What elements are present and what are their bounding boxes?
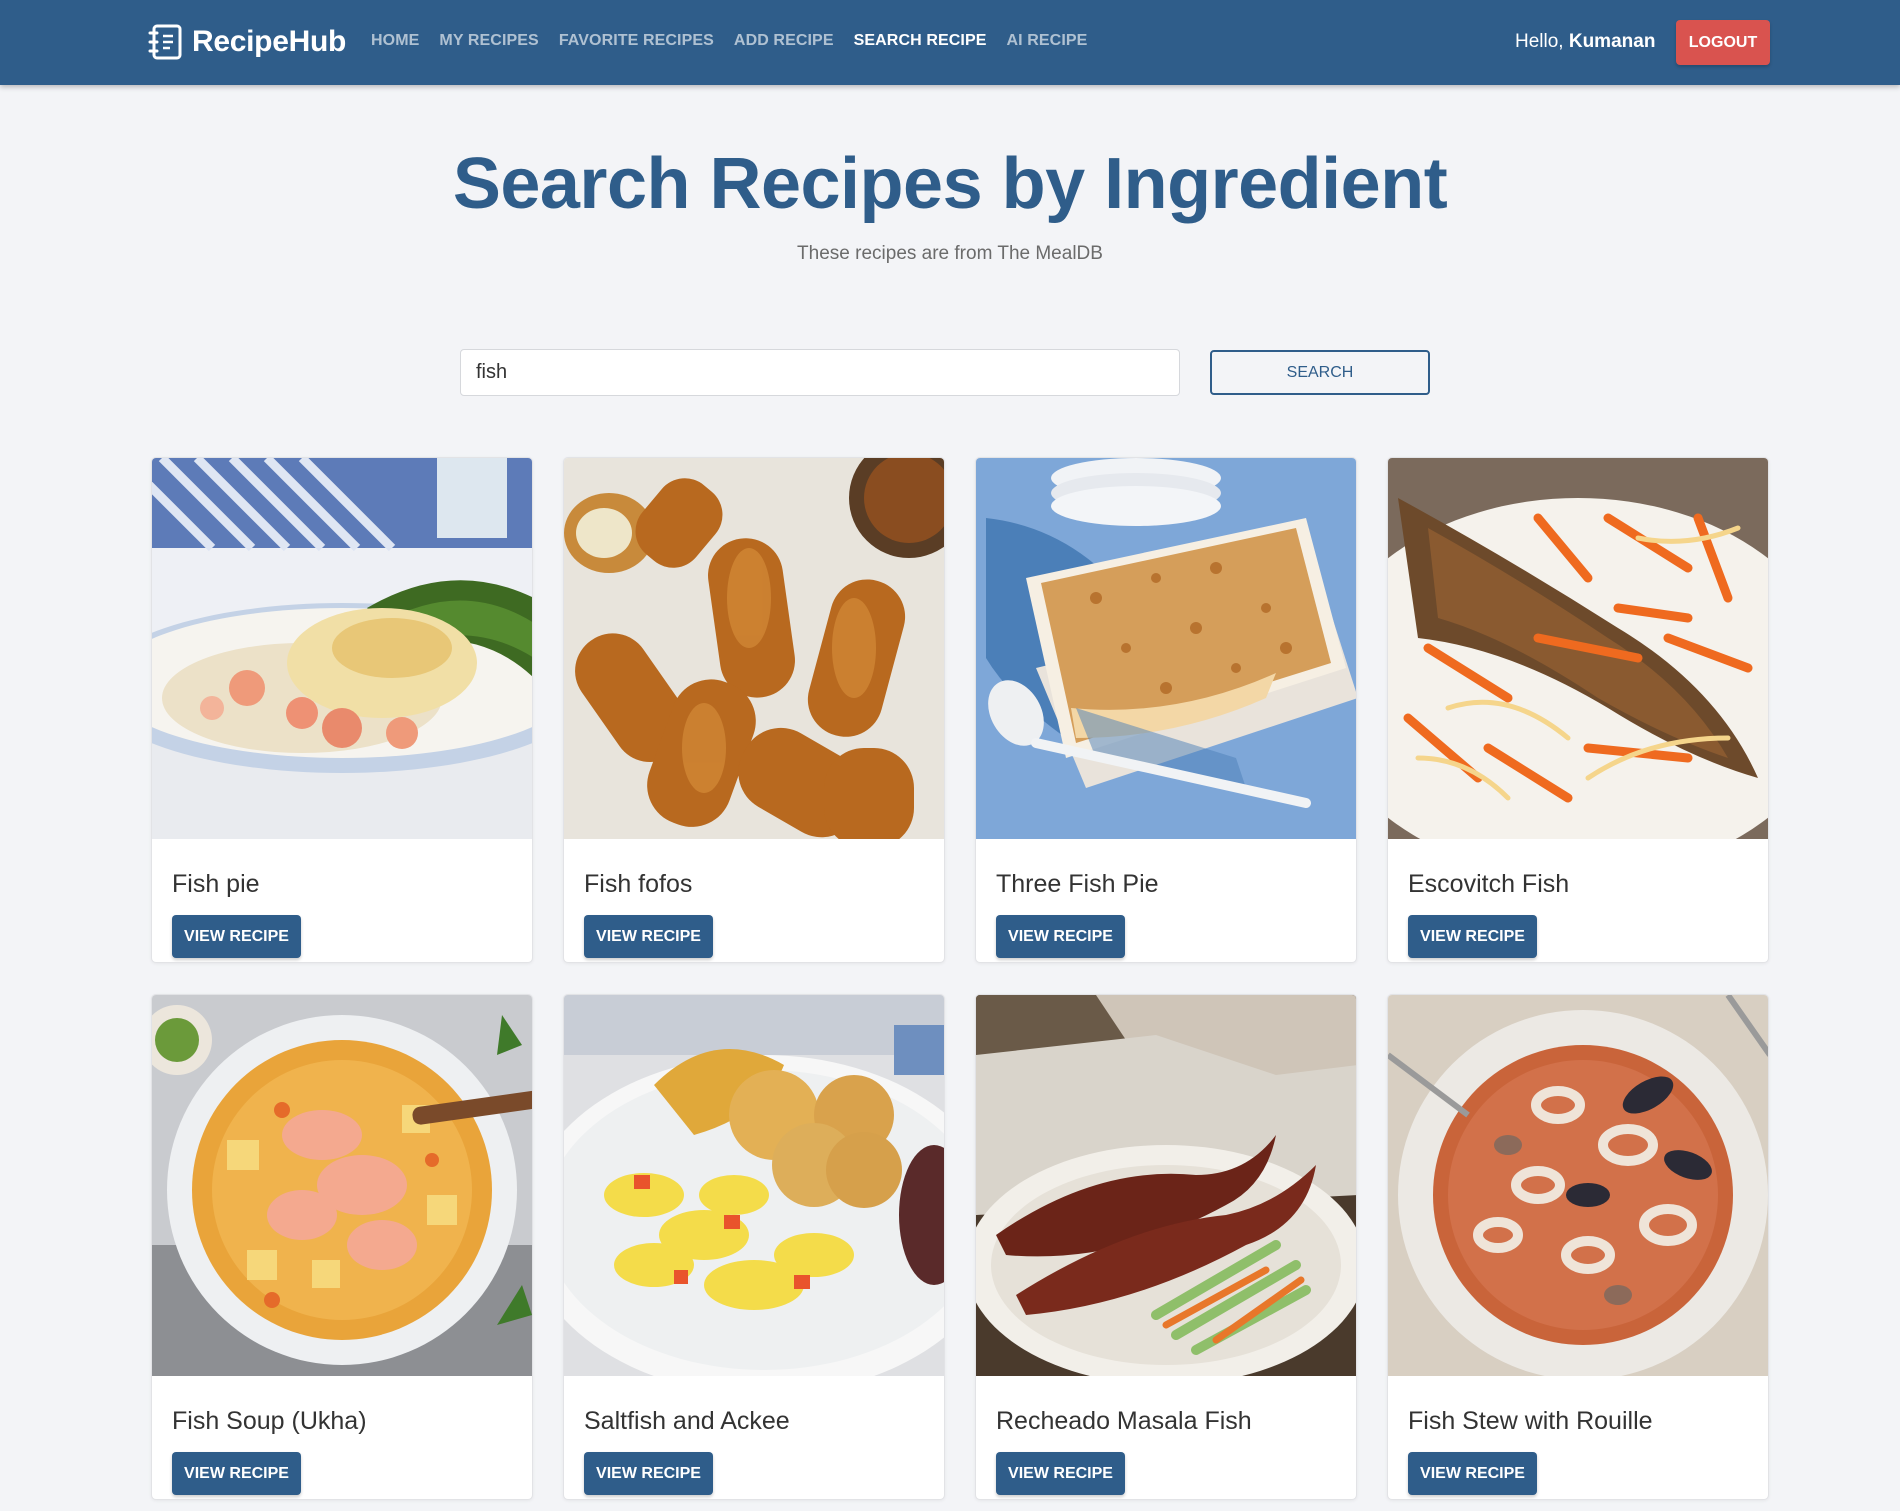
recipe-title[interactable]: Fish Soup (Ukha): [172, 1407, 367, 1436]
nav-home[interactable]: HOME: [371, 32, 419, 50]
recipe-card: Fish fofos VIEW RECIPE: [563, 457, 945, 963]
recipe-title[interactable]: Recheado Masala Fish: [996, 1407, 1252, 1436]
brand-name: RecipeHub: [192, 25, 346, 58]
view-recipe-button[interactable]: VIEW RECIPE: [996, 915, 1125, 958]
saltfish-ackee-photo: [564, 995, 944, 1376]
fish-soup-photo: [152, 995, 532, 1376]
nav-ai-recipe[interactable]: AI RECIPE: [1007, 32, 1088, 50]
nav-favorite-recipes[interactable]: FAVORITE RECIPES: [559, 32, 714, 50]
page-subtitle: These recipes are from The MealDB: [797, 243, 1103, 264]
search-button[interactable]: SEARCH: [1210, 350, 1430, 395]
nav-my-recipes[interactable]: MY RECIPES: [439, 32, 538, 50]
view-recipe-button[interactable]: VIEW RECIPE: [172, 1452, 301, 1495]
recipe-title[interactable]: Fish pie: [172, 870, 260, 899]
page-title: Search Recipes by Ingredient: [452, 144, 1448, 224]
recipe-card: Recheado Masala Fish VIEW RECIPE: [975, 994, 1357, 1500]
view-recipe-button[interactable]: VIEW RECIPE: [584, 915, 713, 958]
ingredient-search-input[interactable]: [460, 349, 1180, 396]
recipe-title[interactable]: Saltfish and Ackee: [584, 1407, 790, 1436]
recipe-card: Fish pie VIEW RECIPE: [151, 457, 533, 963]
recheado-masala-fish-photo: [976, 995, 1356, 1376]
view-recipe-button[interactable]: VIEW RECIPE: [172, 915, 301, 958]
fish-stew-photo: [1388, 995, 1768, 1376]
fish-fofos-photo: [564, 458, 944, 839]
fish-pie-photo: [152, 458, 532, 839]
recipe-title[interactable]: Fish fofos: [584, 870, 692, 899]
logout-button[interactable]: LOGOUT: [1676, 20, 1770, 65]
recipe-card: Saltfish and Ackee VIEW RECIPE: [563, 994, 945, 1500]
brand-logo[interactable]: RecipeHub: [148, 22, 346, 62]
view-recipe-button[interactable]: VIEW RECIPE: [996, 1452, 1125, 1495]
username: Kumanan: [1568, 31, 1656, 52]
recipe-card: Escovitch Fish VIEW RECIPE: [1387, 457, 1769, 963]
recipe-title[interactable]: Escovitch Fish: [1408, 870, 1569, 899]
greeting-prefix: Hello,: [1515, 31, 1564, 52]
user-greeting: Hello, Kumanan: [1515, 31, 1655, 53]
recipe-title[interactable]: Three Fish Pie: [996, 870, 1159, 899]
nav-search-recipe[interactable]: SEARCH RECIPE: [854, 32, 987, 50]
view-recipe-button[interactable]: VIEW RECIPE: [1408, 915, 1537, 958]
recipe-card: Fish Soup (Ukha) VIEW RECIPE: [151, 994, 533, 1500]
recipe-card: Fish Stew with Rouille VIEW RECIPE: [1387, 994, 1769, 1500]
recipe-book-icon: [148, 24, 182, 60]
recipe-card: Three Fish Pie VIEW RECIPE: [975, 457, 1357, 963]
nav-add-recipe[interactable]: ADD RECIPE: [734, 32, 834, 50]
main-nav: HOME MY RECIPES FAVORITE RECIPES ADD REC…: [371, 32, 1087, 50]
escovitch-fish-photo: [1388, 458, 1768, 839]
view-recipe-button[interactable]: VIEW RECIPE: [584, 1452, 713, 1495]
top-navbar: RecipeHub HOME MY RECIPES FAVORITE RECIP…: [0, 0, 1900, 85]
view-recipe-button[interactable]: VIEW RECIPE: [1408, 1452, 1537, 1495]
recipe-title[interactable]: Fish Stew with Rouille: [1408, 1407, 1653, 1436]
three-fish-pie-photo: [976, 458, 1356, 839]
